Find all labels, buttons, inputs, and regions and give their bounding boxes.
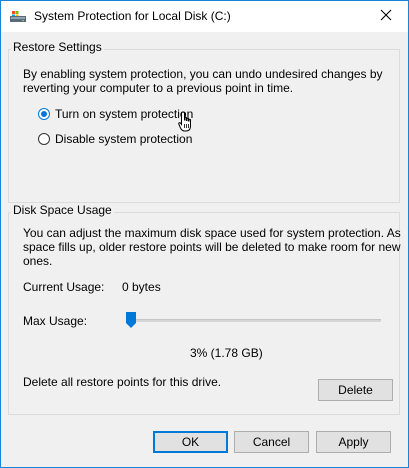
max-usage-slider-thumb[interactable] <box>126 312 136 328</box>
delete-restore-points-text: Delete all restore points for this drive… <box>23 375 222 389</box>
dialog-body: Restore Settings By enabling system prot… <box>1 32 408 467</box>
window-title: System Protection for Local Disk (C:) <box>34 9 231 23</box>
restore-settings-description-line2: reverting your computer to a previous po… <box>23 81 294 95</box>
system-protection-dialog: System Protection for Local Disk (C:) Re… <box>0 0 409 468</box>
disk-space-description-line3: ones. <box>23 254 53 268</box>
turn-on-protection-radio[interactable] <box>38 108 50 120</box>
current-usage-label: Current Usage: <box>23 280 105 294</box>
max-usage-slider-track[interactable] <box>126 319 381 322</box>
hand-cursor-icon <box>178 111 196 135</box>
disk-space-description-line2: space fills up, older restore points wil… <box>23 240 401 254</box>
disable-protection-radio[interactable] <box>38 133 50 145</box>
restore-settings-heading: Restore Settings <box>11 40 104 54</box>
disk-space-description-line1: You can adjust the maximum disk space us… <box>23 226 401 240</box>
close-icon <box>380 9 392 24</box>
max-usage-label: Max Usage: <box>23 314 88 328</box>
turn-on-protection-label[interactable]: Turn on system protection <box>55 107 193 122</box>
delete-button[interactable]: Delete <box>318 379 393 401</box>
apply-button[interactable]: Apply <box>316 431 391 453</box>
disable-protection-label[interactable]: Disable system protection <box>55 132 192 147</box>
ok-button[interactable]: OK <box>153 431 228 453</box>
disk-space-heading: Disk Space Usage <box>11 203 114 217</box>
current-usage-value: 0 bytes <box>122 280 161 294</box>
cancel-button[interactable]: Cancel <box>234 431 309 453</box>
close-button[interactable] <box>364 1 408 32</box>
title-bar[interactable]: System Protection for Local Disk (C:) <box>1 1 408 32</box>
restore-settings-description-line1: By enabling system protection, you can u… <box>23 67 383 81</box>
drive-icon <box>10 10 26 24</box>
max-usage-readout: 3% (1.78 GB) <box>190 346 263 360</box>
